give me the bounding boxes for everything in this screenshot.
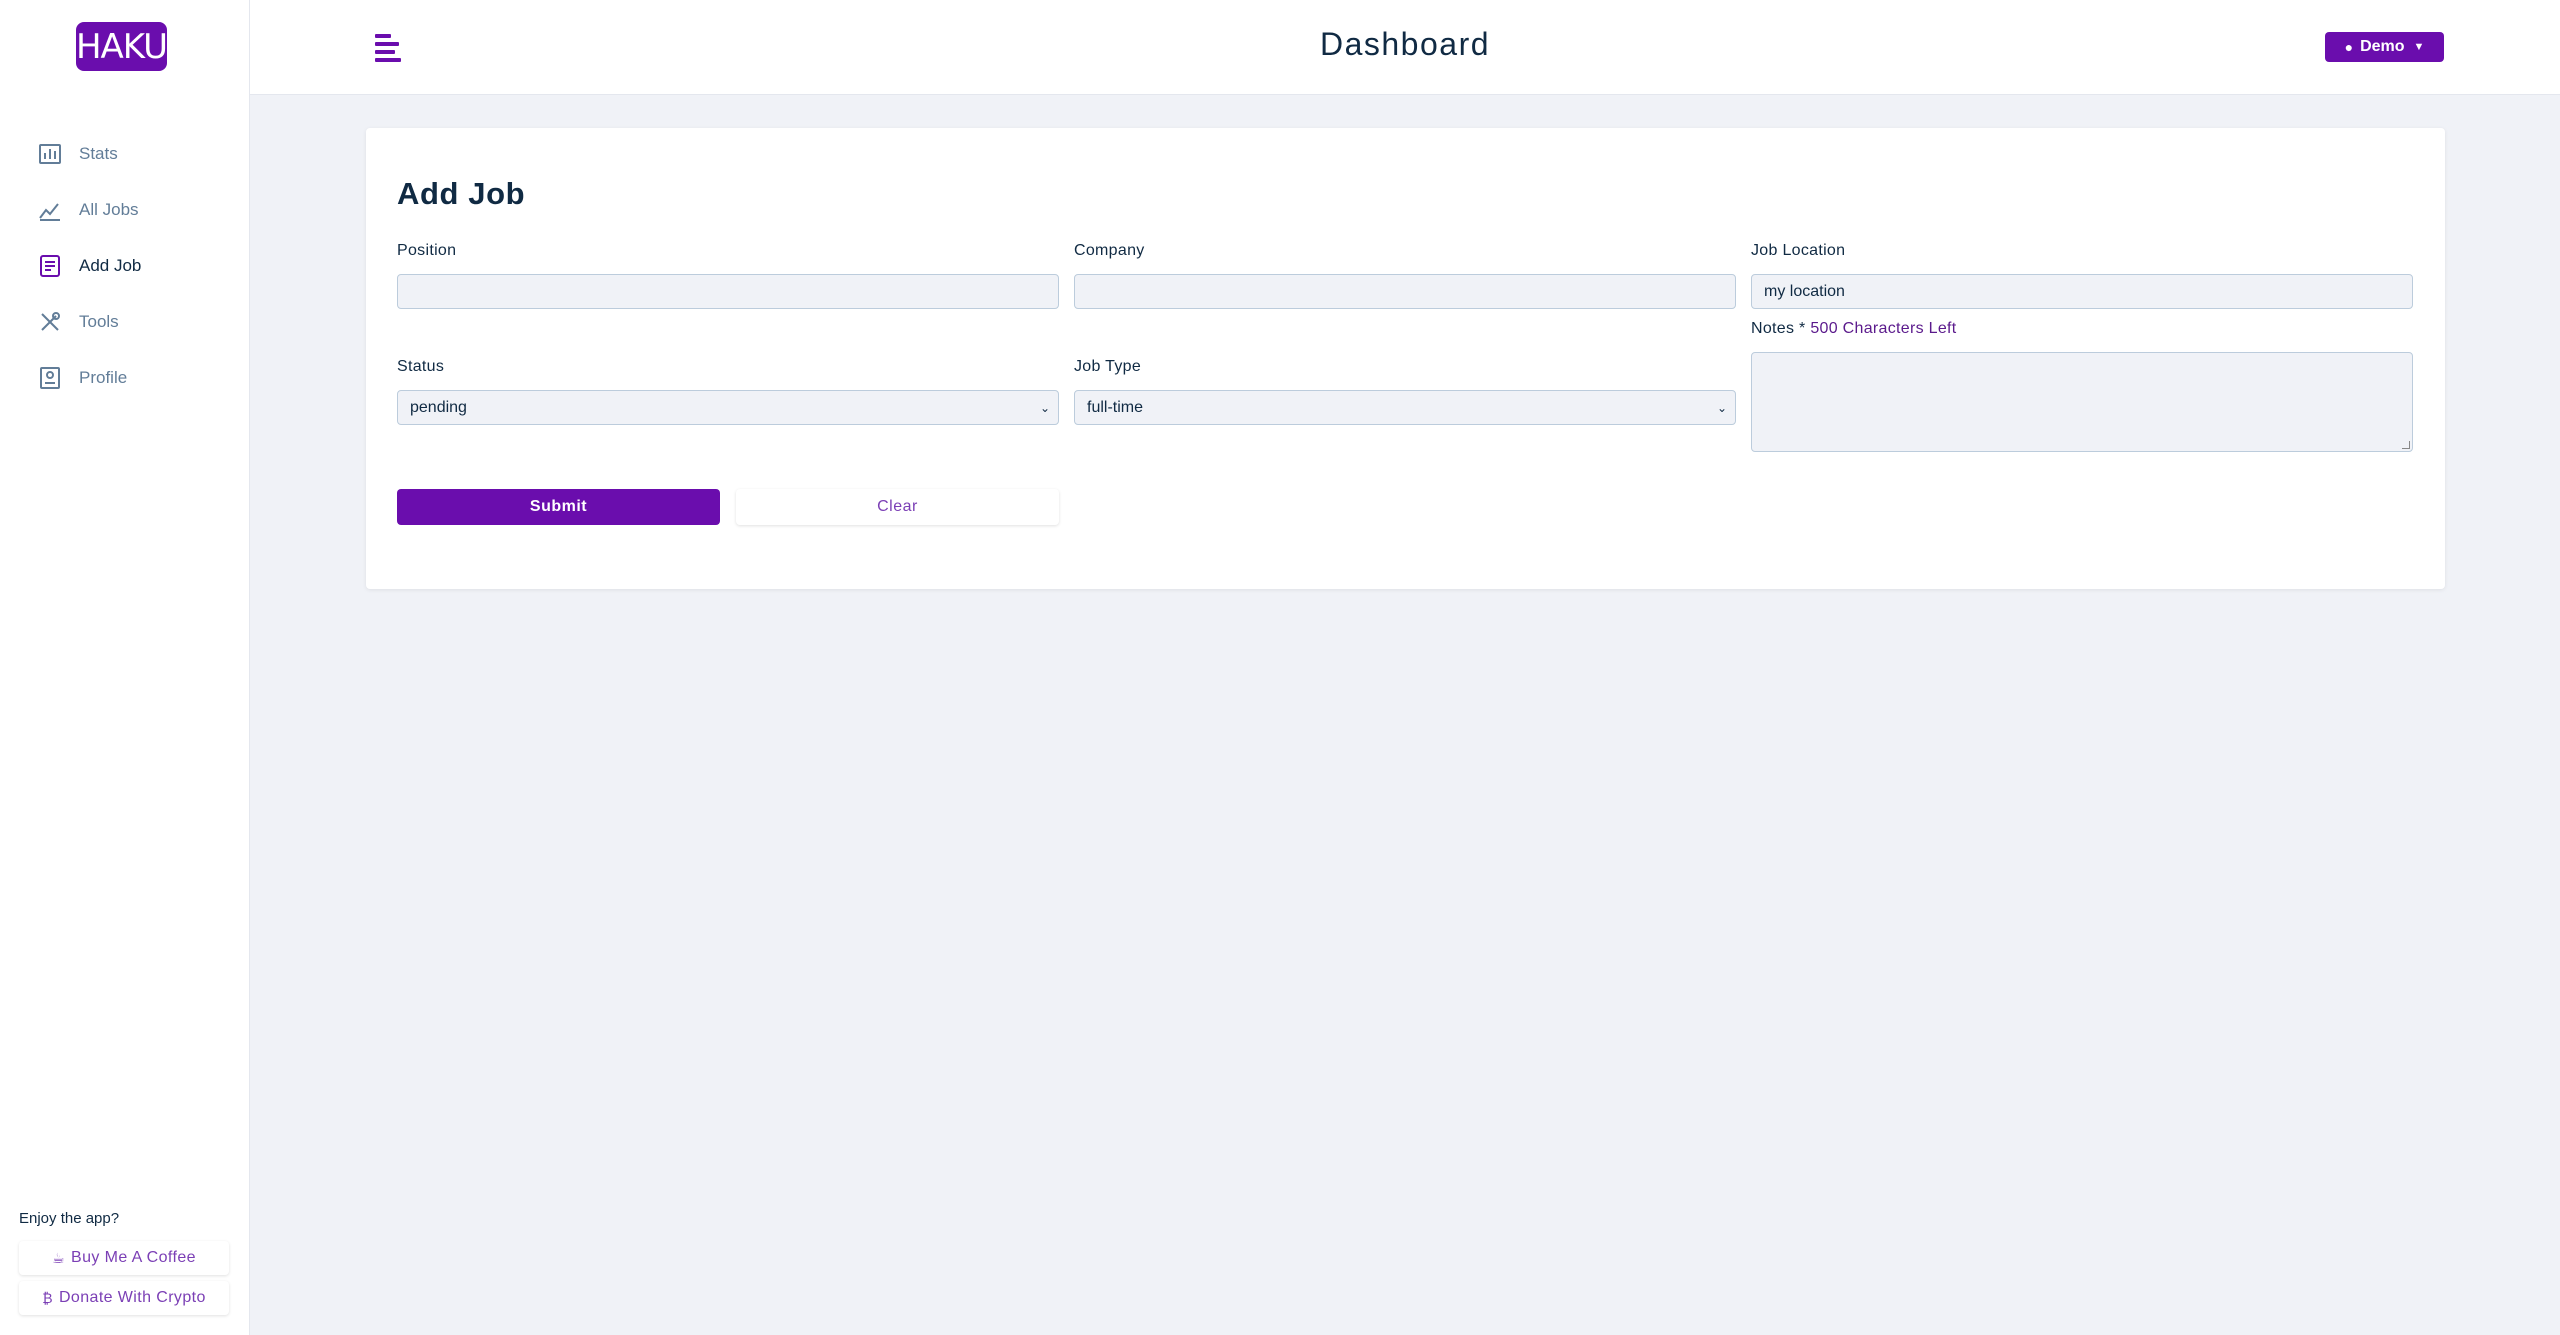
sidebar-item-tools[interactable]: Tools: [0, 294, 250, 350]
position-label: Position: [397, 242, 457, 259]
resize-handle-icon[interactable]: [2402, 441, 2410, 449]
company-label: Company: [1074, 242, 1145, 259]
position-input[interactable]: [397, 274, 1059, 309]
sidebar-item-add-job[interactable]: Add Job: [0, 238, 250, 294]
notes-textarea[interactable]: [1751, 352, 2413, 452]
sidebar-item-label: Add Job: [79, 256, 142, 275]
top-header: Dashboard ● Demo ▼: [250, 0, 2560, 95]
trend-icon: [38, 198, 62, 222]
page-title: Dashboard: [1319, 26, 1491, 62]
chevron-down-icon: ⌄: [1039, 401, 1050, 415]
form-icon: [38, 254, 62, 278]
sidebar-item-profile[interactable]: Profile: [0, 350, 250, 406]
buy-coffee-label: Buy Me A Coffee: [71, 1249, 196, 1266]
status-value: pending: [410, 398, 467, 416]
caret-down-icon: ▼: [2413, 41, 2425, 53]
notes-label-text: Notes *: [1751, 320, 1806, 337]
job-type-value: full-time: [1087, 398, 1144, 416]
user-menu-button[interactable]: ● Demo ▼: [2325, 32, 2444, 62]
tools-icon: [38, 310, 62, 334]
buy-coffee-button[interactable]: ☕ Buy Me A Coffee: [19, 1241, 229, 1275]
promo-section: Enjoy the app? ☕ Buy Me A Coffee ₿ Donat…: [19, 1210, 234, 1321]
submit-button[interactable]: Submit: [397, 489, 720, 525]
logo[interactable]: HAKU: [76, 22, 168, 71]
app: HAKU Stats All Jobs Add Job Tools Profil…: [0, 0, 2560, 1335]
sidebar: HAKU Stats All Jobs Add Job Tools Profil…: [0, 0, 250, 1335]
company-input[interactable]: [1074, 274, 1736, 309]
chevron-down-icon: ⌄: [1716, 401, 1727, 415]
user-name: Demo: [2360, 38, 2405, 55]
status-select[interactable]: pending ⌄: [397, 390, 1059, 425]
sidebar-item-label: Stats: [79, 144, 118, 163]
form-title: Add Job: [397, 176, 526, 211]
bar-chart-icon: [38, 142, 62, 166]
promo-title: Enjoy the app?: [19, 1210, 120, 1227]
job-type-select[interactable]: full-time ⌄: [1074, 390, 1736, 425]
notes-label: Notes * 500 Characters Left: [1751, 320, 1957, 338]
coffee-icon: ☕: [52, 1249, 66, 1266]
sidebar-nav: Stats All Jobs Add Job Tools Profile: [0, 126, 250, 406]
sidebar-item-stats[interactable]: Stats: [0, 126, 250, 182]
sidebar-item-label: All Jobs: [79, 200, 139, 219]
add-job-card: Add Job Position Company Job Location my…: [366, 128, 2445, 589]
donate-crypto-button[interactable]: ₿ Donate With Crypto: [19, 1281, 229, 1315]
user-circle-icon: ●: [2344, 39, 2354, 55]
job-type-label: Job Type: [1074, 358, 1142, 375]
sidebar-item-label: Profile: [79, 368, 128, 387]
clear-button[interactable]: Clear: [736, 489, 1059, 525]
profile-icon: [38, 366, 62, 390]
job-location-label: Job Location: [1751, 242, 1846, 259]
sidebar-item-label: Tools: [79, 312, 119, 331]
status-label: Status: [397, 358, 445, 375]
donate-crypto-label: Donate With Crypto: [58, 1289, 206, 1306]
sidebar-item-all-jobs[interactable]: All Jobs: [0, 182, 250, 238]
job-location-input[interactable]: my location: [1751, 274, 2413, 309]
notes-char-counter: 500 Characters Left: [1810, 320, 1957, 337]
crypto-icon: ₿: [42, 1290, 53, 1306]
